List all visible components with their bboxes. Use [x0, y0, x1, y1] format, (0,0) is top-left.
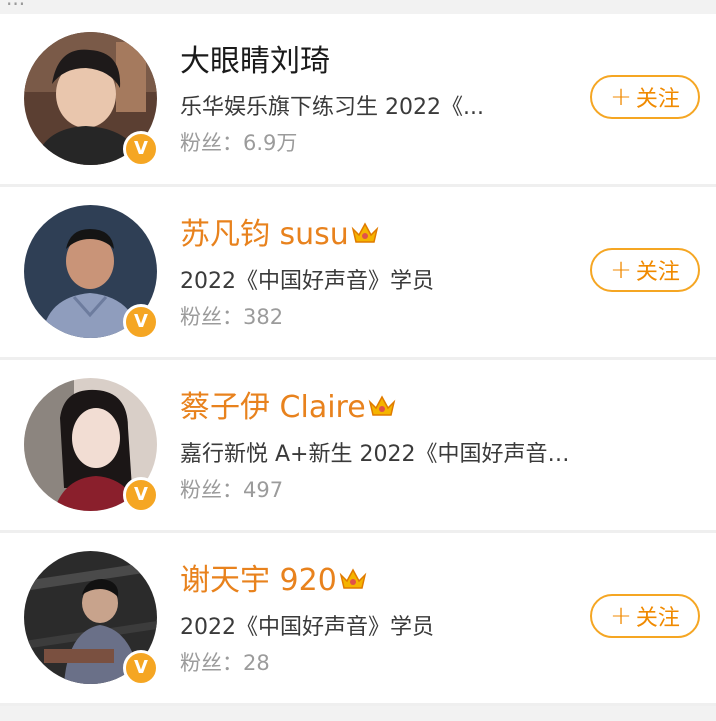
- plus-icon: +: [610, 82, 632, 112]
- follow-label: 关注: [635, 606, 680, 631]
- fan-count-label: 粉丝：: [180, 650, 243, 675]
- user-list: V 大眼睛刘琦 乐华娱乐旗下练习生 2022《... 粉丝：6.9万 + 关注: [0, 14, 716, 706]
- plus-icon: +: [610, 255, 632, 285]
- fan-count-label: 粉丝：: [180, 131, 243, 155]
- follow-label: 关注: [635, 87, 680, 112]
- fan-count-value: 497: [243, 477, 284, 502]
- user-name-text: 谢天宇 920: [180, 563, 337, 598]
- fan-count: 粉丝：382: [180, 304, 580, 330]
- verified-badge-icon: V: [123, 650, 159, 686]
- fan-count-value: 28: [243, 650, 270, 675]
- plus-icon: +: [610, 601, 632, 631]
- user-row[interactable]: V 苏凡钧 susu 2022《中国好声音》学员 粉丝：382 + 关注: [0, 187, 716, 360]
- top-strip: ...: [0, 0, 716, 14]
- follow-button[interactable]: + 关注: [590, 594, 700, 638]
- user-description: 乐华娱乐旗下练习生 2022《...: [180, 95, 484, 120]
- fan-count-label: 粉丝：: [180, 304, 243, 329]
- avatar[interactable]: V: [24, 551, 159, 686]
- fan-count: 粉丝：497: [180, 477, 580, 503]
- user-row[interactable]: V 蔡子伊 Claire 嘉行新悦 A+新生 2022《中国好声音》学员 粉丝：…: [0, 360, 716, 533]
- crown-icon: [339, 564, 367, 600]
- follow-label: 关注: [635, 260, 680, 285]
- fan-count-value: 6.9万: [243, 131, 298, 155]
- user-description: 2022《中国好声音》学员: [180, 268, 434, 294]
- verified-badge-icon: V: [123, 477, 159, 513]
- user-description: 嘉行新悦 A+新生 2022《中国好声音》学员: [180, 441, 580, 467]
- user-name[interactable]: 蔡子伊 Claire: [180, 390, 580, 427]
- fan-count: 粉丝：6.9万: [180, 130, 580, 156]
- user-name-text: 大眼睛刘琦: [180, 44, 330, 79]
- follow-button[interactable]: + 关注: [590, 248, 700, 292]
- follow-button[interactable]: + 关注: [590, 75, 700, 119]
- fan-count-value: 382: [243, 304, 284, 329]
- user-name[interactable]: 大眼睛刘琦: [180, 44, 580, 80]
- user-name[interactable]: 谢天宇 920: [180, 563, 580, 600]
- user-name-text: 苏凡钧 susu: [180, 217, 349, 252]
- crown-icon: [351, 218, 379, 254]
- user-name-text: 蔡子伊 Claire: [180, 390, 366, 425]
- top-partial-text: ...: [6, 0, 25, 10]
- user-row[interactable]: V 谢天宇 920 2022《中国好声音》学员 粉丝：28 + 关注: [0, 533, 716, 706]
- user-row[interactable]: V 大眼睛刘琦 乐华娱乐旗下练习生 2022《... 粉丝：6.9万 + 关注: [0, 14, 716, 187]
- verified-badge-icon: V: [123, 304, 159, 340]
- avatar[interactable]: V: [24, 378, 159, 513]
- user-description: 2022《中国好声音》学员: [180, 614, 434, 640]
- fan-count: 粉丝：28: [180, 650, 580, 676]
- verified-badge-icon: V: [123, 131, 159, 167]
- crown-icon: [368, 391, 396, 427]
- avatar[interactable]: V: [24, 32, 159, 167]
- fan-count-label: 粉丝：: [180, 477, 243, 502]
- avatar[interactable]: V: [24, 205, 159, 340]
- user-name[interactable]: 苏凡钧 susu: [180, 217, 580, 254]
